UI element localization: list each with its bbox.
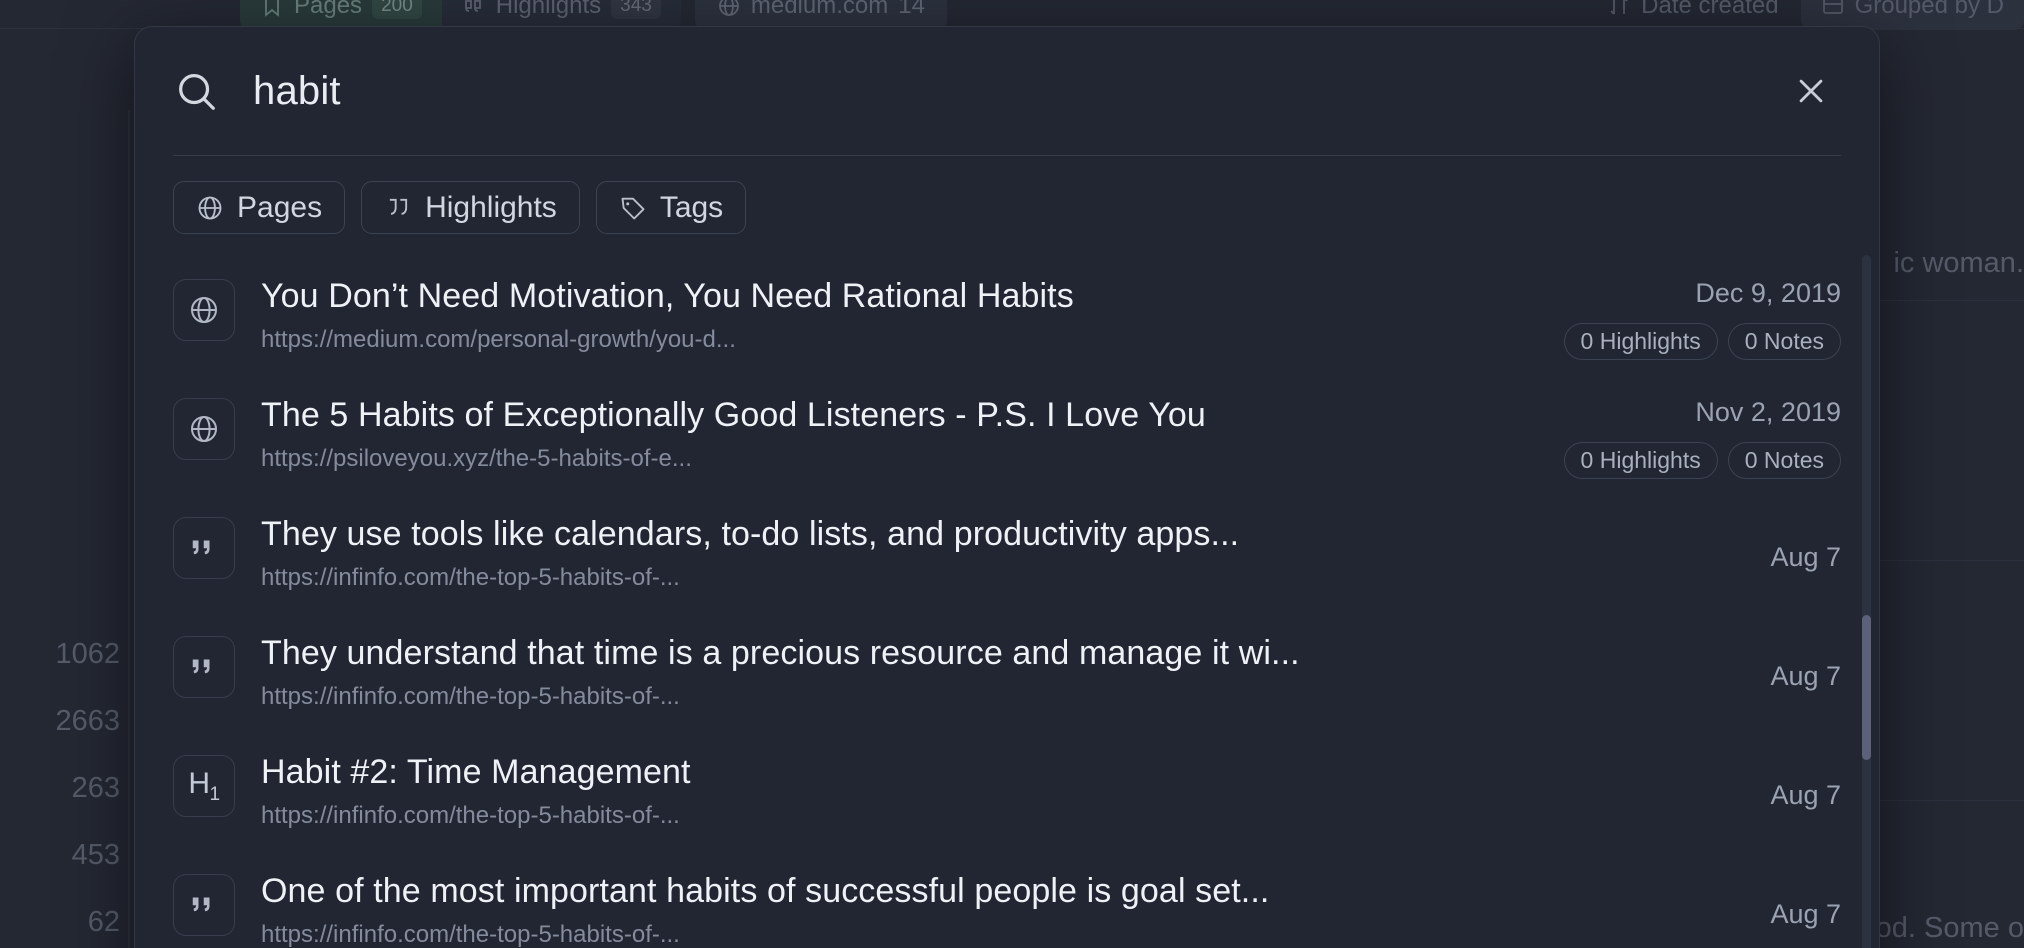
search-result-title: The 5 Habits of Exceptionally Good Liste…: [261, 396, 1206, 434]
search-result-meta: Nov 2, 2019 0 Highlights 0 Notes: [1563, 393, 1841, 479]
search-result-date: Aug 7: [1770, 661, 1841, 691]
search-result-row[interactable]: One of the most important habits of succ…: [173, 851, 1841, 948]
globe-icon: [173, 279, 235, 341]
search-result-url: https://psiloveyou.xyz/the-5-habits-of-e…: [261, 445, 692, 473]
search-result-content: Habit #2: Time Management https://infinf…: [261, 750, 1665, 830]
background-chip-highlights-label: Highlights: [495, 0, 602, 19]
search-result-title: Habit #2: Time Management: [261, 753, 691, 791]
quote-icon: [173, 517, 235, 579]
background-number: 453: [71, 839, 120, 871]
search-result-meta: Aug 7: [1691, 750, 1841, 811]
background-chip-pages-count: 200: [372, 0, 422, 19]
filter-chip-highlights-label: Highlights: [425, 190, 557, 224]
filter-chip-group: Pages Highlights Tags: [135, 156, 1879, 256]
background-number: 2663: [55, 705, 120, 737]
search-result-title: They use tools like calendars, to-do lis…: [261, 515, 1240, 553]
background-left-rail: [128, 110, 130, 948]
filter-chip-highlights[interactable]: Highlights: [361, 181, 580, 234]
highlights-badge: 0 Highlights: [1563, 442, 1718, 479]
filter-chip-tags-label: Tags: [659, 190, 724, 224]
heading-icon: H1: [173, 755, 235, 817]
search-results-list: You Don’t Need Motivation, You Need Rati…: [135, 256, 1879, 948]
background-domain-count: 14: [898, 0, 925, 19]
search-result-date: Dec 9, 2019: [1695, 278, 1841, 308]
search-result-meta: Aug 7: [1691, 512, 1841, 573]
search-result-date: Aug 7: [1770, 780, 1841, 810]
search-result-content: One of the most important habits of succ…: [261, 869, 1665, 948]
search-result-date: Aug 7: [1770, 899, 1841, 929]
background-chip-pages-label: Pages: [294, 0, 363, 19]
background-number-column: 1062 2663 263 453 62: [0, 640, 128, 948]
close-icon: [1799, 79, 1823, 103]
scrollbar-thumb[interactable]: [1862, 615, 1871, 760]
tag-icon: [619, 194, 647, 222]
globe-icon: [196, 194, 224, 222]
heading-icon-label: H1: [188, 766, 220, 805]
sort-icon: [1610, 0, 1628, 15]
search-result-meta: Dec 9, 2019 0 Highlights 0 Notes: [1563, 274, 1841, 360]
filter-chip-tags[interactable]: Tags: [595, 181, 747, 234]
filter-chip-pages[interactable]: Pages: [173, 181, 346, 234]
background-domain-label: medium.com: [750, 0, 889, 19]
search-result-row[interactable]: They understand that time is a precious …: [173, 613, 1841, 732]
background-number: 62: [87, 906, 120, 938]
search-result-title: They understand that time is a precious …: [261, 634, 1300, 672]
search-modal: Pages Highlights Tags: [134, 26, 1880, 948]
search-result-date: Aug 7: [1770, 542, 1841, 572]
app-root: Pages 200 Highlights 343 medium.com 14 D…: [0, 0, 2024, 948]
search-result-title: You Don’t Need Motivation, You Need Rati…: [261, 277, 1074, 315]
notes-badge: 0 Notes: [1727, 323, 1841, 360]
search-bar: [135, 27, 1879, 155]
search-result-content: They use tools like calendars, to-do lis…: [261, 512, 1665, 592]
background-number: 263: [71, 772, 120, 804]
scrollbar-track[interactable]: [1862, 255, 1871, 948]
search-result-url: https://infinfo.com/the-top-5-habits-of-…: [261, 564, 680, 592]
background-number: 1062: [55, 638, 120, 670]
search-input[interactable]: [219, 68, 1785, 114]
background-sort-label: Date created: [1641, 0, 1779, 19]
search-result-content: They understand that time is a precious …: [261, 631, 1665, 711]
search-result-date: Nov 2, 2019: [1695, 397, 1841, 427]
search-result-row[interactable]: The 5 Habits of Exceptionally Good Liste…: [173, 375, 1841, 494]
search-result-url: https://infinfo.com/the-top-5-habits-of-…: [261, 683, 680, 711]
background-side-text-top: ic woman.: [1893, 247, 2024, 279]
search-result-row[interactable]: They use tools like calendars, to-do lis…: [173, 494, 1841, 613]
highlights-badge: 0 Highlights: [1563, 323, 1718, 360]
search-result-badges: 0 Highlights 0 Notes: [1563, 323, 1841, 360]
search-result-row[interactable]: H1 Habit #2: Time Management https://inf…: [173, 732, 1841, 851]
bookmark-icon: [265, 0, 279, 17]
quote-icon: [464, 0, 481, 12]
grid-icon: [1822, 0, 1843, 14]
close-button[interactable]: [1785, 65, 1837, 117]
search-result-url: https://infinfo.com/the-top-5-habits-of-…: [261, 921, 680, 948]
background-group-label: Grouped by D: [1854, 0, 2004, 19]
notes-badge: 0 Notes: [1727, 442, 1841, 479]
search-result-content: You Don’t Need Motivation, You Need Rati…: [261, 274, 1538, 354]
quote-icon: [384, 194, 412, 222]
quote-icon: [173, 874, 235, 936]
search-icon: [173, 68, 219, 114]
globe-icon: [173, 398, 235, 460]
search-result-url: https://medium.com/personal-growth/you-d…: [261, 326, 736, 354]
background-chip-highlights-count: 343: [611, 0, 661, 19]
search-result-content: The 5 Habits of Exceptionally Good Liste…: [261, 393, 1538, 473]
search-result-meta: Aug 7: [1691, 631, 1841, 692]
search-result-url: https://infinfo.com/the-top-5-habits-of-…: [261, 802, 680, 830]
background-side-text-bottom: od. Some o: [1875, 912, 2024, 944]
search-result-badges: 0 Highlights 0 Notes: [1563, 442, 1841, 479]
search-result-title: One of the most important habits of succ…: [261, 872, 1270, 910]
search-result-row[interactable]: You Don’t Need Motivation, You Need Rati…: [173, 256, 1841, 375]
globe-icon: [718, 0, 739, 16]
quote-icon: [173, 636, 235, 698]
search-result-meta: Aug 7: [1691, 869, 1841, 930]
filter-chip-pages-label: Pages: [237, 190, 323, 224]
